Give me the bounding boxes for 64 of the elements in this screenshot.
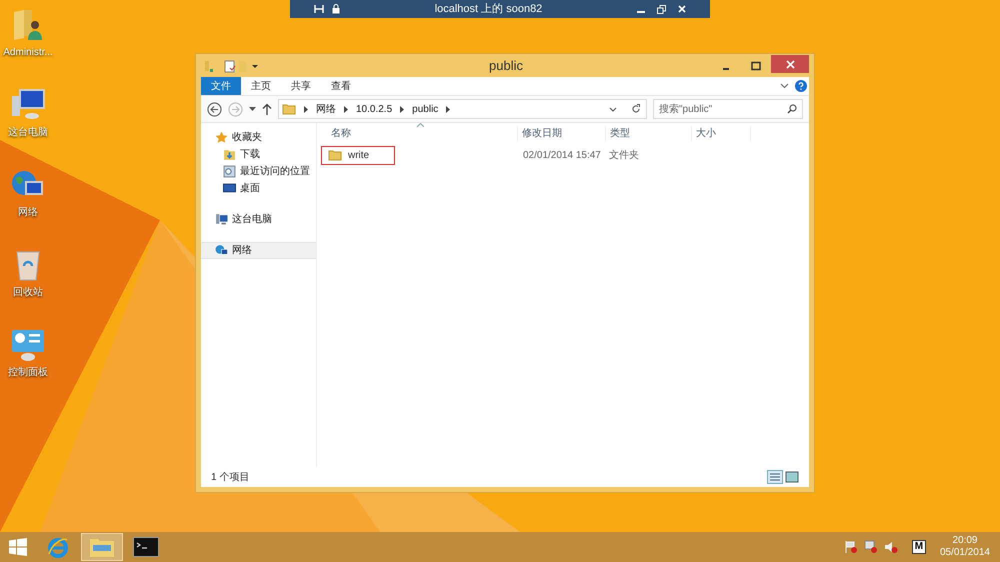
sidebar-item[interactable]: 下载 [201, 146, 316, 163]
search-field[interactable]: 搜索"public" [653, 99, 803, 119]
computer-icon [215, 213, 228, 226]
breadcrumb-item[interactable]: public [412, 102, 438, 116]
recent-places-icon [223, 165, 236, 178]
column-header[interactable]: 名称 [317, 126, 517, 140]
folder-icon [89, 536, 115, 558]
column-header[interactable]: 大小 [691, 126, 751, 140]
dropdown-caret-icon[interactable] [249, 106, 256, 112]
browser-e-icon [46, 535, 70, 559]
window-title: public [488, 56, 524, 75]
address-bar[interactable]: 网络 10.0.2.5 public [278, 99, 647, 119]
restore-icon[interactable] [657, 4, 666, 14]
sidebar-item[interactable]: 这台电脑 [201, 211, 316, 228]
large-icons-view-icon[interactable] [785, 471, 799, 483]
help-icon[interactable] [795, 80, 807, 92]
speaker-muted-icon[interactable] [884, 540, 898, 554]
status-text: 1 个项目 [211, 470, 250, 484]
ribbon-tab[interactable]: 主页 [241, 77, 281, 95]
refresh-icon[interactable] [631, 104, 641, 114]
up-arrow-icon[interactable] [262, 103, 272, 115]
close-icon[interactable] [678, 5, 686, 13]
breadcrumb-item[interactable]: 10.0.2.5 [356, 102, 392, 116]
ribbon-tab[interactable]: 文件 [201, 77, 241, 95]
close-button[interactable] [771, 55, 809, 73]
ribbon-tab[interactable]: 查看 [321, 77, 361, 95]
table-cell-text: 02/01/2014 15:47 [522, 148, 602, 162]
breadcrumb-chevron-icon[interactable] [344, 106, 348, 112]
lock-icon[interactable] [332, 4, 340, 14]
desktop-icon [223, 182, 236, 195]
maximize-icon[interactable] [751, 60, 761, 70]
search-input[interactable]: 搜索"public" [659, 102, 787, 116]
breadcrumb-chevron-icon[interactable] [446, 106, 450, 112]
computer-icon [10, 88, 46, 122]
sidebar-item[interactable]: 网络 [201, 242, 316, 259]
sort-ascending-icon [417, 123, 424, 127]
breadcrumb-chevron-icon[interactable] [400, 106, 404, 112]
sidebar-item[interactable]: 收藏夹 [201, 129, 316, 146]
control-panel-icon [10, 328, 46, 362]
start-windows-icon[interactable] [9, 538, 27, 556]
sidebar-item[interactable]: 最近访问的位置 [201, 163, 316, 180]
input-method-indicator[interactable]: M [912, 540, 926, 554]
table-cell-text: 文件夹 [608, 148, 640, 162]
details-view-icon[interactable] [767, 470, 783, 484]
column-header[interactable]: 类型 [605, 126, 691, 140]
breadcrumb-chevron-icon[interactable] [304, 106, 308, 112]
close-icon [786, 60, 794, 68]
flag-icon[interactable] [844, 540, 858, 554]
history-dropdown-icon[interactable] [609, 106, 617, 112]
remote-session-title: localhost 上的 soon82 [434, 2, 544, 17]
column-header[interactable]: 修改日期 [517, 126, 605, 140]
sidebar-item[interactable]: 桌面 [201, 180, 316, 197]
star-icon [215, 131, 228, 144]
search-icon[interactable] [787, 104, 797, 114]
folder-download-icon [223, 148, 236, 161]
terminal-icon [133, 537, 159, 557]
network-status-icon[interactable] [864, 540, 878, 554]
chevron-down-icon[interactable] [780, 83, 789, 89]
breadcrumb-item[interactable]: 网络 [316, 102, 336, 116]
file-name-cell[interactable]: write [321, 146, 395, 164]
ribbon-tab[interactable]: 共享 [281, 77, 321, 95]
network-icon [215, 244, 228, 257]
user-folder-icon [11, 8, 45, 42]
folder-icon [328, 148, 342, 162]
